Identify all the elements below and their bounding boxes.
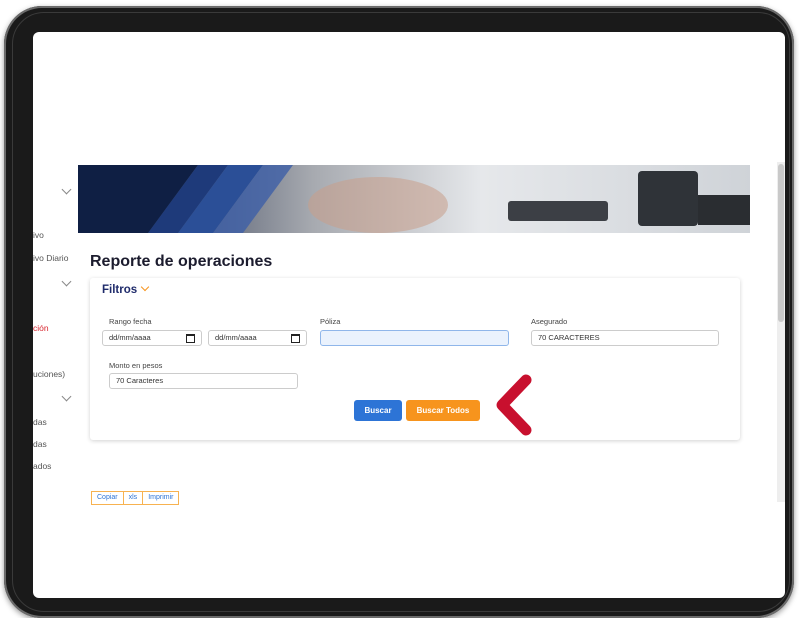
- sidebar-item-active[interactable]: ción: [33, 323, 49, 333]
- date-from-value: dd/mm/aaaa: [109, 333, 151, 342]
- main-content: Reporte de operaciones Filtros Rango fec…: [78, 233, 750, 505]
- insured-input[interactable]: 70 CARACTERES: [531, 330, 719, 346]
- sidebar-item[interactable]: ivo: [33, 230, 44, 240]
- date-to-input[interactable]: dd/mm/aaaa: [208, 330, 307, 346]
- copy-button[interactable]: Copiar: [92, 492, 124, 504]
- sidebar-item[interactable]: das: [33, 439, 47, 449]
- date-from-input[interactable]: dd/mm/aaaa: [102, 330, 202, 346]
- page-title: Reporte de operaciones: [90, 253, 273, 270]
- amount-label: Monto en pesos: [109, 361, 163, 370]
- chevron-down-icon: [140, 282, 150, 292]
- chevron-down-icon[interactable]: [61, 276, 72, 287]
- pointer-chevron-icon: [493, 374, 535, 436]
- chevron-down-icon[interactable]: [61, 391, 72, 402]
- xls-button[interactable]: xls: [124, 492, 144, 504]
- filters-card: Filtros Rango fecha dd/mm/aaaa dd/mm/aaa…: [90, 278, 740, 440]
- insured-label: Asegurado: [531, 317, 568, 326]
- header-banner-image: [78, 165, 750, 233]
- print-button[interactable]: Imprimir: [143, 492, 178, 504]
- sidebar: ivo ivo Diario ción uciones) das das ado…: [33, 32, 78, 502]
- policy-input[interactable]: [320, 330, 509, 346]
- scrollbar-thumb[interactable]: [778, 164, 784, 322]
- sidebar-item[interactable]: das: [33, 417, 47, 427]
- filters-toggle[interactable]: Filtros: [102, 282, 150, 296]
- date-to-value: dd/mm/aaaa: [215, 333, 257, 342]
- tablet-screen: ivo ivo Diario ción uciones) das das ado…: [33, 32, 785, 598]
- chevron-down-icon[interactable]: [61, 184, 72, 195]
- search-all-button[interactable]: Buscar Todos: [406, 400, 480, 421]
- sidebar-item[interactable]: ivo Diario: [33, 253, 68, 263]
- filters-heading: Filtros: [102, 284, 138, 296]
- export-button-group: Copiar xls Imprimir: [91, 491, 180, 505]
- amount-input[interactable]: 70 Caracteres: [109, 373, 298, 389]
- calendar-icon[interactable]: [291, 334, 300, 343]
- sidebar-item[interactable]: ados: [33, 461, 51, 471]
- search-button[interactable]: Buscar: [354, 400, 402, 421]
- vertical-scrollbar[interactable]: [777, 162, 785, 502]
- date-range-label: Rango fecha: [109, 317, 152, 326]
- calendar-icon[interactable]: [186, 334, 195, 343]
- sidebar-item[interactable]: uciones): [33, 369, 65, 379]
- policy-label: Póliza: [320, 317, 341, 326]
